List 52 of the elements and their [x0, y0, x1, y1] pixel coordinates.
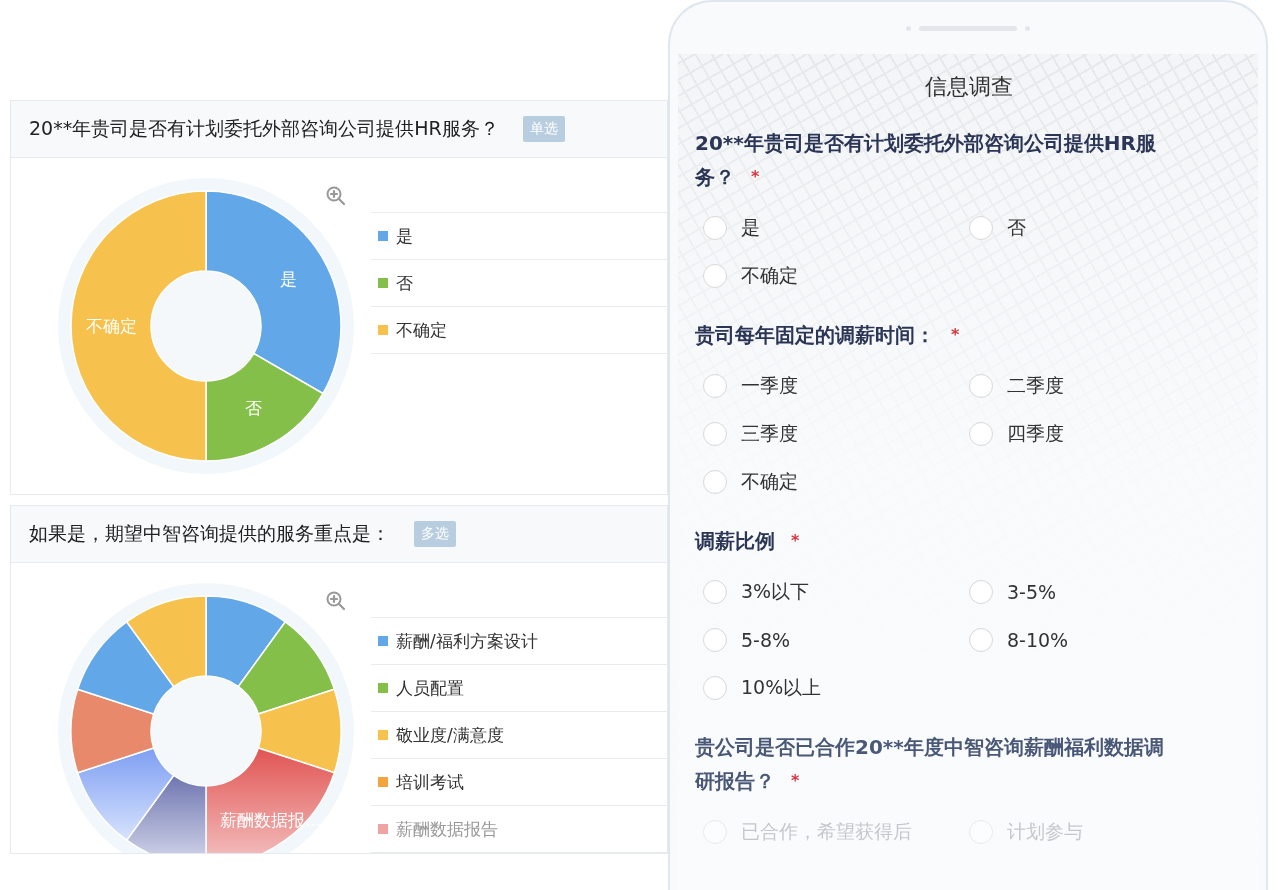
radio-button[interactable]: [703, 628, 727, 652]
type-badge: 多选: [414, 521, 456, 547]
option-label[interactable]: 四季度: [1007, 421, 1064, 447]
radio-button[interactable]: [969, 216, 993, 240]
radio-button[interactable]: [703, 216, 727, 240]
slice-label: 薪酬数据报...: [220, 808, 322, 832]
radio-button[interactable]: [703, 676, 727, 700]
radio-button[interactable]: [969, 374, 993, 398]
question-label: 贵公司是否已合作20**年度中智咨询薪酬福利数据调研报告？ *: [695, 734, 1165, 795]
radio-button[interactable]: [703, 422, 727, 446]
legend-label[interactable]: 培训考试: [396, 770, 464, 794]
option-label[interactable]: 不确定: [741, 469, 798, 495]
option-label[interactable]: 是: [741, 215, 760, 241]
option-label[interactable]: 8-10%: [1007, 629, 1069, 651]
option-label[interactable]: 否: [1007, 215, 1026, 241]
option-label[interactable]: 二季度: [1007, 373, 1064, 399]
question-title: 如果是，期望中智咨询提供的服务重点是：: [29, 521, 390, 546]
question-label: 贵司每年固定的调薪时间： *: [695, 322, 961, 349]
radio-button[interactable]: [969, 422, 993, 446]
legend-label[interactable]: 薪酬/福利方案设计: [396, 629, 538, 653]
question-label: 调薪比例 *: [695, 528, 801, 555]
radio-button[interactable]: [703, 580, 727, 604]
zoom-in-icon[interactable]: [326, 186, 346, 206]
slice-label: 不确定: [85, 314, 137, 338]
option-label[interactable]: 不确定: [741, 263, 798, 289]
radio-button[interactable]: [969, 628, 993, 652]
form-title: 信息调查: [923, 73, 1014, 101]
slice-label: 否: [245, 396, 262, 420]
question-label: 20**年贵司是否有计划委托外部咨询公司提供HR服务？ *: [695, 130, 1157, 191]
type-badge: 单选: [522, 116, 565, 142]
zoom-in-icon[interactable]: [326, 591, 346, 611]
required-mark: *: [791, 531, 800, 550]
legend-label[interactable]: 人员配置: [396, 676, 464, 700]
question-title: 20**年贵司是否有计划委托外部咨询公司提供HR服务？: [29, 116, 499, 141]
option-label[interactable]: 10%以上: [741, 675, 822, 701]
radio-button[interactable]: [703, 374, 727, 398]
option-label[interactable]: 三季度: [741, 421, 798, 447]
radio-button[interactable]: [703, 470, 727, 494]
legend-label[interactable]: 不确定: [396, 318, 447, 342]
required-mark: *: [751, 167, 760, 186]
legend-label[interactable]: 否: [396, 271, 413, 295]
option-label[interactable]: 5-8%: [741, 629, 791, 651]
option-label[interactable]: 一季度: [741, 373, 798, 399]
legend-label[interactable]: 敬业度/满意度: [396, 723, 504, 747]
legend-label[interactable]: 是: [396, 224, 413, 248]
radio-button[interactable]: [969, 580, 993, 604]
radio-button[interactable]: [703, 264, 727, 288]
option-label[interactable]: 3-5%: [1007, 581, 1057, 603]
option-label[interactable]: 3%以下: [741, 579, 810, 605]
slice-label: 是: [279, 267, 297, 290]
required-mark: *: [951, 325, 960, 344]
required-mark: *: [791, 771, 800, 790]
